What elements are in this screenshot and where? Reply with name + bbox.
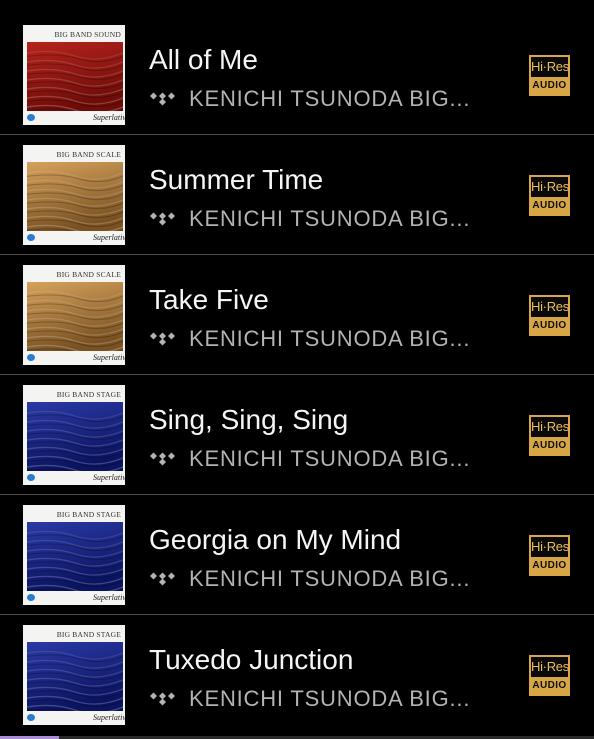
- tidal-icon: [150, 452, 175, 466]
- hires-audio-badge: Hi·Res AUDIO: [529, 175, 570, 216]
- album-art: BIG BAND STAGE Superlative: [23, 385, 125, 485]
- track-row[interactable]: BIG BAND SCALE Superlative Take Five KEN…: [0, 255, 594, 375]
- track-row[interactable]: BIG BAND STAGE Superlative Georgia on My…: [0, 495, 594, 615]
- hires-badge-top: Hi·Res: [531, 59, 569, 74]
- hires-audio-badge: Hi·Res AUDIO: [529, 655, 570, 696]
- tidal-icon: [150, 692, 175, 706]
- album-art: BIG BAND SCALE Superlative: [23, 265, 125, 365]
- hires-badge-top: Hi·Res: [531, 539, 569, 554]
- tidal-icon: [150, 332, 175, 346]
- album-art-swatch: [27, 642, 123, 711]
- track-artist: KENICHI TSUNODA BIG...: [189, 326, 471, 351]
- album-art-label: Superlative: [93, 713, 125, 722]
- album-art-title: BIG BAND STAGE: [56, 510, 121, 519]
- album-art-title: BIG BAND STAGE: [56, 390, 121, 399]
- hires-badge-top: Hi·Res: [531, 419, 569, 434]
- album-art: BIG BAND STAGE Superlative: [23, 505, 125, 605]
- track-row[interactable]: BIG BAND SCALE Superlative Summer Time K…: [0, 135, 594, 255]
- hires-badge-bottom: AUDIO: [531, 557, 568, 574]
- album-art-title: BIG BAND SCALE: [56, 270, 121, 279]
- album-art-swatch: [27, 402, 123, 471]
- hires-badge-top: Hi·Res: [531, 659, 569, 674]
- album-art-label: Superlative: [93, 113, 125, 122]
- hires-badge-top: Hi·Res: [531, 179, 569, 194]
- album-art-badge-icon: [27, 354, 35, 361]
- hires-audio-badge: Hi·Res AUDIO: [529, 55, 570, 96]
- album-art-badge-icon: [27, 594, 35, 601]
- track-title: Take Five: [149, 284, 269, 315]
- album-art-badge-icon: [27, 474, 35, 481]
- hires-badge-bottom: AUDIO: [531, 77, 568, 94]
- track-artist: KENICHI TSUNODA BIG...: [189, 566, 471, 591]
- album-art-title: BIG BAND SOUND: [54, 30, 121, 39]
- track-artist: KENICHI TSUNODA BIG...: [189, 446, 471, 471]
- track-title: Georgia on My Mind: [149, 524, 402, 555]
- track-artist-line: KENICHI TSUNODA BIG...: [149, 446, 470, 472]
- track-artist: KENICHI TSUNODA BIG...: [189, 686, 471, 711]
- album-art-badge-icon: [27, 714, 35, 721]
- track-artist: KENICHI TSUNODA BIG...: [189, 86, 471, 111]
- hires-audio-badge: Hi·Res AUDIO: [529, 535, 570, 576]
- album-art-swatch: [27, 282, 123, 351]
- album-art-badge-icon: [27, 114, 35, 121]
- album-art-label: Superlative: [93, 593, 125, 602]
- album-art: BIG BAND STAGE Superlative: [23, 625, 125, 725]
- album-art-swatch: [27, 162, 123, 231]
- track-row[interactable]: BIG BAND STAGE Superlative Tuxedo Juncti…: [0, 615, 594, 735]
- tidal-icon: [150, 572, 175, 586]
- album-art-title: BIG BAND SCALE: [56, 150, 121, 159]
- tidal-icon: [150, 212, 175, 226]
- hires-audio-badge: Hi·Res AUDIO: [529, 415, 570, 456]
- hires-badge-bottom: AUDIO: [531, 437, 568, 454]
- track-title: Tuxedo Junction: [149, 644, 354, 675]
- album-art-swatch: [27, 42, 123, 111]
- tidal-icon: [150, 92, 175, 106]
- track-artist-line: KENICHI TSUNODA BIG...: [149, 206, 470, 232]
- album-art: BIG BAND SOUND Superlative: [23, 25, 125, 125]
- track-artist-line: KENICHI TSUNODA BIG...: [149, 566, 470, 592]
- track-row[interactable]: BIG BAND SOUND Superlative All of Me KEN…: [0, 15, 594, 135]
- hires-badge-bottom: AUDIO: [531, 197, 568, 214]
- album-art-title: BIG BAND STAGE: [56, 630, 121, 639]
- track-artist-line: KENICHI TSUNODA BIG...: [149, 86, 470, 112]
- track-title: All of Me: [149, 44, 258, 75]
- album-art: BIG BAND SCALE Superlative: [23, 145, 125, 245]
- album-art-label: Superlative: [93, 473, 125, 482]
- track-list: BIG BAND SOUND Superlative All of Me KEN…: [0, 15, 594, 735]
- track-row[interactable]: BIG BAND STAGE Superlative Sing, Sing, S…: [0, 375, 594, 495]
- album-art-label: Superlative: [93, 353, 125, 362]
- track-artist: KENICHI TSUNODA BIG...: [189, 206, 471, 231]
- track-artist-line: KENICHI TSUNODA BIG...: [149, 326, 470, 352]
- track-title: Summer Time: [149, 164, 324, 195]
- hires-badge-top: Hi·Res: [531, 299, 569, 314]
- album-art-label: Superlative: [93, 233, 125, 242]
- hires-audio-badge: Hi·Res AUDIO: [529, 295, 570, 336]
- album-art-badge-icon: [27, 234, 35, 241]
- hires-badge-bottom: AUDIO: [531, 317, 568, 334]
- track-artist-line: KENICHI TSUNODA BIG...: [149, 686, 470, 712]
- hires-badge-bottom: AUDIO: [531, 677, 568, 694]
- track-title: Sing, Sing, Sing: [149, 404, 349, 435]
- album-art-swatch: [27, 522, 123, 591]
